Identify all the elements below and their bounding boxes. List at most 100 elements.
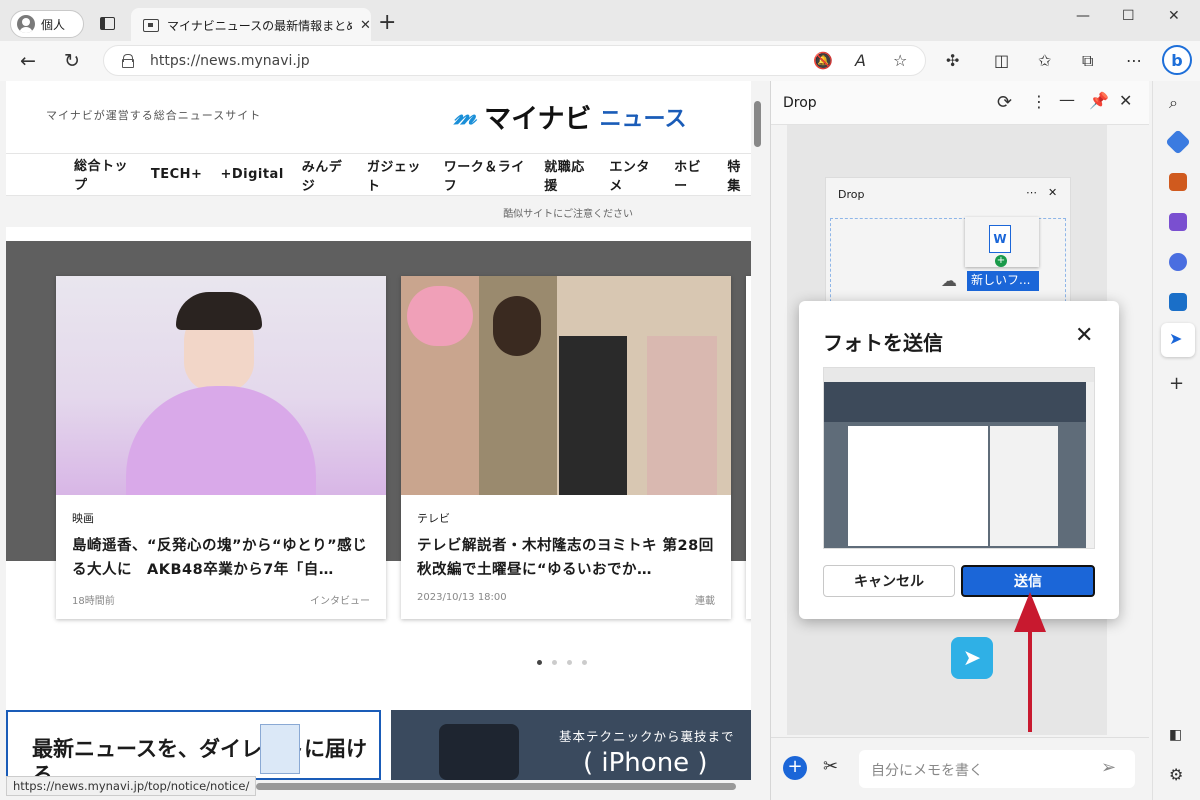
- article-time: 18時間前: [72, 596, 115, 607]
- favorite-star-icon[interactable]: ☆: [893, 51, 907, 70]
- tab-active[interactable]: マイナビニュースの最新情報まとめ - エ ✕: [131, 8, 371, 42]
- send-note-icon[interactable]: ➢: [1101, 757, 1116, 778]
- drop-icon: ➤: [1169, 329, 1183, 348]
- site-tagline: マイナビが運営する総合ニュースサイト: [46, 109, 262, 122]
- bing-copilot-icon[interactable]: b: [1162, 45, 1192, 75]
- tv-favicon-icon: [143, 18, 159, 32]
- dialog-close-icon[interactable]: ✕: [1075, 323, 1093, 348]
- carousel-dot[interactable]: [567, 660, 572, 665]
- nav-item-digital[interactable]: +Digital: [220, 167, 283, 182]
- close-window-button[interactable]: ✕: [1168, 8, 1180, 24]
- more-menu-icon[interactable]: ⋯: [1126, 51, 1142, 70]
- nav-item-gadget[interactable]: ガジェット: [367, 156, 426, 194]
- article-card[interactable]: テレビ テレビ解説者・木村隆志のヨミトキ 第28回 秋改編で土曜昼に“ゆるいおで…: [401, 276, 731, 619]
- toolbar: ← ↻ https://news.mynavi.jp 🔕 A ☆ ✣ ◫ ✩ ⧉…: [0, 41, 1200, 81]
- annotation-arrow: [1028, 608, 1032, 732]
- tools-briefcase-icon[interactable]: [1169, 173, 1187, 191]
- mini-more-icon: ⋯: [1026, 186, 1037, 199]
- drop-sidebar-button[interactable]: ➤: [1161, 323, 1195, 357]
- maximize-button[interactable]: ☐: [1122, 8, 1135, 24]
- cancel-button[interactable]: キャンセル: [823, 565, 955, 597]
- carousel-dot[interactable]: [582, 660, 587, 665]
- article-meta: 18時間前 インタビュー: [72, 592, 370, 607]
- sync-icon[interactable]: ⟳: [997, 92, 1012, 113]
- carousel-dot[interactable]: [537, 660, 542, 665]
- notice-bar[interactable]: 酷似サイトにご注意ください: [6, 195, 751, 227]
- split-screen-icon[interactable]: ◫: [994, 51, 1009, 70]
- title-bar: 個人 マイナビニュースの最新情報まとめ - エ ✕ + — ☐ ✕: [0, 0, 1200, 42]
- send-photo-dialog: フォトを送信 ✕ キャンセル 送信: [799, 301, 1119, 619]
- horizontal-scrollbar[interactable]: [256, 783, 736, 790]
- paper-plane-icon: ➤: [951, 637, 993, 679]
- games-icon[interactable]: [1169, 213, 1187, 231]
- promo-iphone-title: ( iPhone ): [583, 748, 708, 778]
- nav-item-hobby[interactable]: ホビー: [674, 156, 709, 194]
- note-input[interactable]: 自分にメモを書く: [859, 750, 1135, 788]
- minimize-button[interactable]: —: [1076, 8, 1090, 24]
- dialog-title: フォトを送信: [823, 331, 943, 355]
- minimize-panel-icon[interactable]: —: [1059, 90, 1075, 109]
- address-bar[interactable]: https://news.mynavi.jp: [103, 45, 926, 76]
- logo-news: ニュース: [599, 106, 687, 132]
- drop-panel: Drop ⟳ ⋮ — 📌 ✕ Drop ⋯ ✕ ☁ W + 新しいフ... フォ…: [770, 81, 1149, 800]
- article-title[interactable]: 島崎遥香、“反発心の塊”から“ゆとり”感じる大人に AKB48卒業から7年「自…: [72, 534, 374, 582]
- more-options-icon[interactable]: ⋮: [1031, 92, 1047, 111]
- new-tab-button[interactable]: +: [378, 10, 396, 35]
- upload-cloud-icon: ☁: [941, 271, 957, 290]
- nav-item-special[interactable]: 特集: [727, 156, 751, 194]
- tab-actions-icon[interactable]: [100, 17, 115, 30]
- hide-sidebar-icon[interactable]: ◧: [1169, 727, 1182, 743]
- article-card[interactable]: 映画 島崎遥香、“反発心の塊”から“ゆとり”感じる大人に AKB48卒業から7年…: [56, 276, 386, 619]
- article-title[interactable]: テレビ解説者・木村隆志のヨミトキ 第28回 秋改編で土曜昼に“ゆるいおでか…: [417, 534, 719, 582]
- carousel-dots: [537, 660, 587, 665]
- profile-label: 個人: [41, 17, 66, 32]
- article-label: 連載: [695, 596, 715, 607]
- drop-title: Drop: [783, 95, 817, 111]
- extensions-icon[interactable]: ✣: [946, 51, 959, 70]
- edge-sidebar: ⌕ ➤ + ◧ ⚙: [1152, 81, 1200, 800]
- article-category: 映画: [72, 512, 94, 525]
- collections-icon[interactable]: ⧉: [1082, 51, 1093, 71]
- favorites-icon[interactable]: ✩: [1038, 51, 1051, 70]
- tab-close-icon[interactable]: ✕: [360, 18, 371, 33]
- add-sidebar-icon[interactable]: +: [1169, 373, 1184, 394]
- profile-button[interactable]: 個人: [10, 10, 84, 38]
- article-meta: 2023/10/13 18:00 連載: [417, 592, 715, 607]
- logo-name: マイナビ: [484, 104, 592, 135]
- copilot-icon[interactable]: [1169, 253, 1187, 271]
- mini-close-icon: ✕: [1048, 186, 1058, 199]
- shopping-tag-icon[interactable]: [1165, 129, 1191, 155]
- promo-banner-iphone[interactable]: 基本テクニックから裏技まで ( iPhone ): [391, 710, 751, 780]
- nav-item-tech[interactable]: TECH+: [151, 167, 203, 182]
- article-category: テレビ: [417, 512, 450, 525]
- nav-item-job[interactable]: 就職応援: [544, 156, 591, 194]
- avatar: [17, 15, 35, 33]
- article-photo: [401, 276, 731, 495]
- drop-footer: + ✂ 自分にメモを書く ➢: [771, 737, 1149, 800]
- status-url: https://news.mynavi.jp/top/notice/notice…: [6, 776, 257, 796]
- read-aloud-icon[interactable]: A: [855, 51, 866, 70]
- carousel-dot[interactable]: [552, 660, 557, 665]
- page-scroll-thumb[interactable]: [754, 101, 761, 147]
- nav-item-mindeji[interactable]: みんデジ: [302, 156, 349, 194]
- site-logo[interactable]: 𝓂 マイナビ ニュース: [454, 97, 686, 136]
- screenshot-icon[interactable]: ✂: [823, 756, 838, 777]
- nav-item-worklife[interactable]: ワーク＆ライフ: [444, 156, 526, 194]
- promo-banner-news[interactable]: 最新ニュースを、ダイレクトに届ける: [6, 710, 381, 780]
- outlook-icon[interactable]: [1169, 293, 1187, 311]
- settings-gear-icon[interactable]: ⚙: [1169, 765, 1183, 784]
- add-file-icon[interactable]: +: [783, 756, 807, 780]
- refresh-icon[interactable]: ↻: [64, 50, 80, 72]
- nav-item-entame[interactable]: エンタメ: [609, 156, 656, 194]
- photo-preview: [823, 367, 1095, 549]
- search-icon[interactable]: ⌕: [1169, 93, 1178, 113]
- page-scrollbar[interactable]: [751, 81, 765, 780]
- close-panel-icon[interactable]: ✕: [1119, 91, 1132, 110]
- tab-title: マイナビニュースの最新情報まとめ - エ: [167, 18, 352, 33]
- pin-icon[interactable]: 📌: [1089, 91, 1109, 110]
- mute-bell-icon[interactable]: 🔕: [813, 51, 833, 70]
- logo-mark-icon: 𝓂: [454, 101, 477, 131]
- promo-iphone-subtitle: 基本テクニックから裏技まで: [559, 729, 735, 744]
- back-arrow-icon[interactable]: ←: [20, 50, 36, 72]
- article-photo: [56, 276, 386, 495]
